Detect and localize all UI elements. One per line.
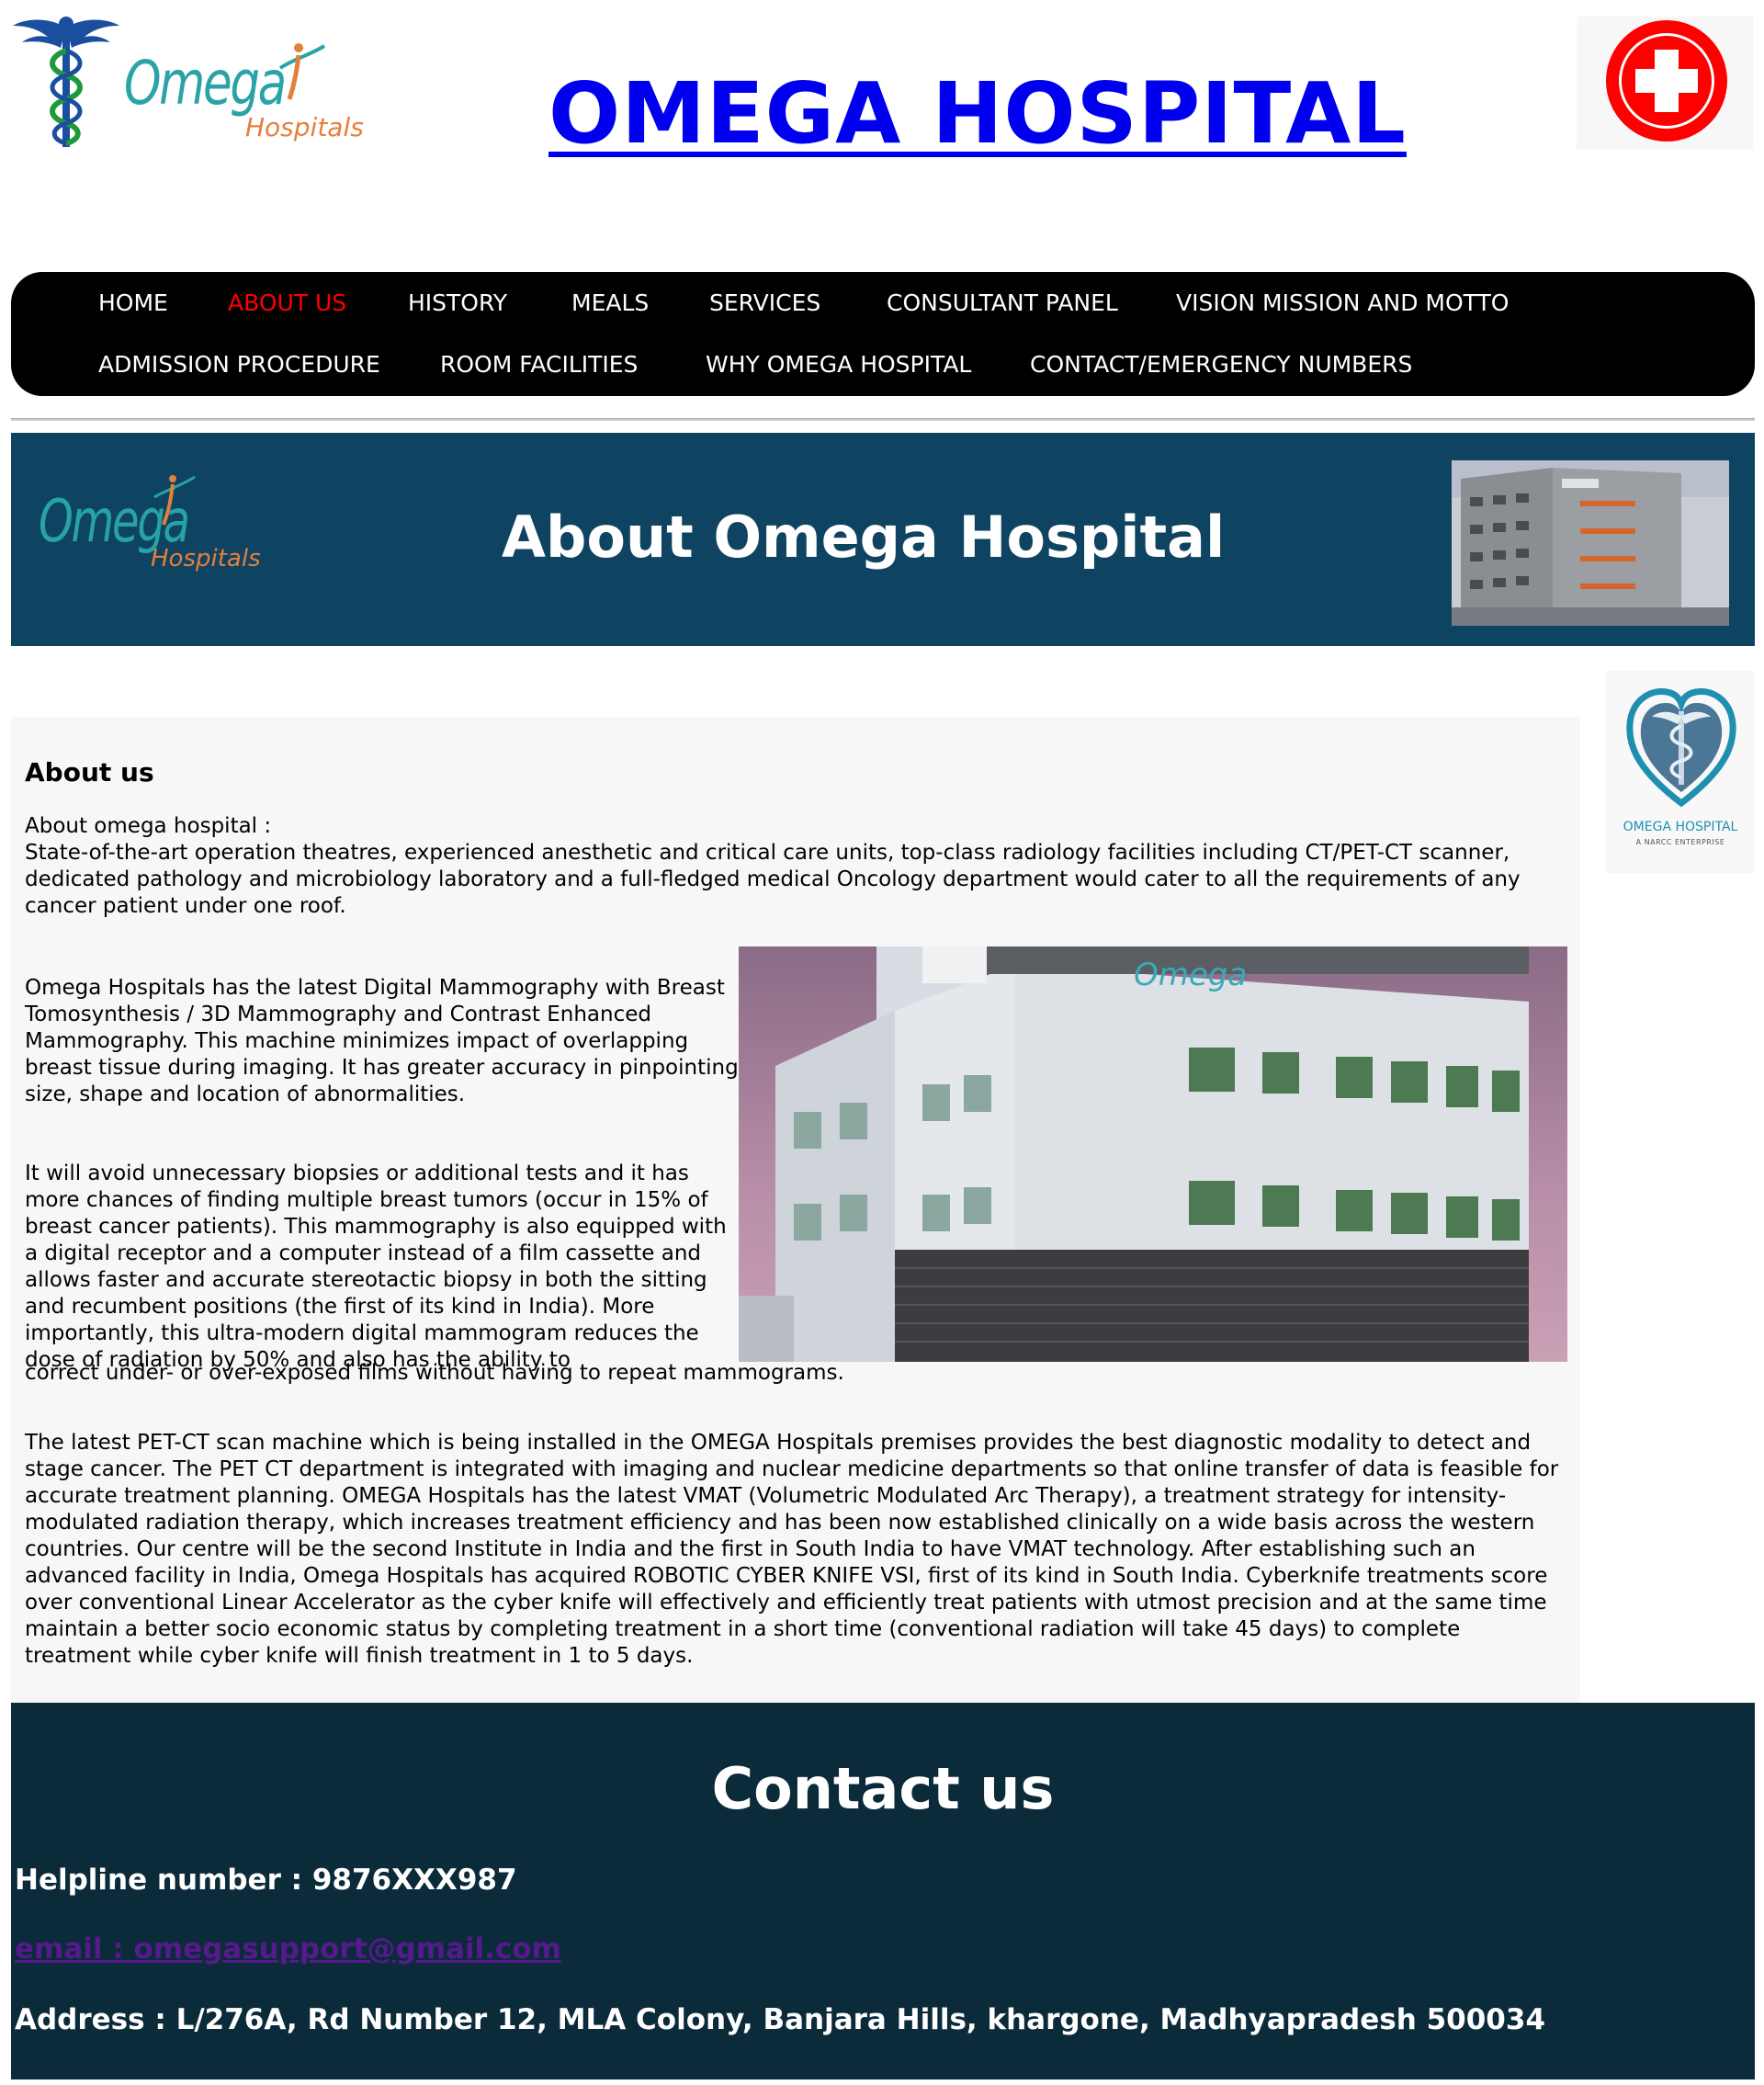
nav-history[interactable]: HISTORY <box>408 289 507 316</box>
about-article: About us About omega hospital : State-of… <box>11 717 1580 1703</box>
contact-address: Address : L/276A, Rd Number 12, MLA Colo… <box>15 2003 1546 2036</box>
nav-about-us[interactable]: ABOUT US <box>228 289 346 316</box>
email-link[interactable]: email : omegasupport@gmail.com <box>15 1932 561 1966</box>
hospital-building-photo <box>1452 460 1729 626</box>
intro-paragraph: State-of-the-art operation theatres, exp… <box>25 841 1521 918</box>
contact-title: Contact us <box>711 1755 1055 1822</box>
red-cross-logo <box>1577 17 1753 150</box>
banner-logo: Omega Hospitals <box>39 475 261 572</box>
nav-consultant-panel[interactable]: CONSULTANT PANEL <box>887 289 1118 316</box>
logo-word: Omega <box>124 48 287 119</box>
site-header: Omega Hospitals OMEGA HOSPITAL <box>0 0 1764 266</box>
main-navigation: HOME ABOUT US HISTORY MEALS SERVICES CON… <box>11 272 1755 396</box>
side-logo-name: OMEGA HOSPITAL <box>1623 820 1738 834</box>
banner-logo-subword: Hospitals <box>151 545 261 572</box>
banner-title: About Omega Hospital <box>502 504 1226 571</box>
nav-admission-procedure[interactable]: ADMISSION PROCEDURE <box>98 351 380 378</box>
heart-caduceus-icon <box>1626 688 1736 808</box>
header-logo: Omega Hospitals <box>124 43 364 142</box>
nav-vision-mission-motto[interactable]: VISION MISSION AND MOTTO <box>1176 289 1509 316</box>
hospital-exterior-photo: Omega <box>739 946 1567 1362</box>
site-title-link[interactable]: OMEGA HOSPITAL <box>548 72 1407 156</box>
omega-heart-logo: OMEGA HOSPITAL A NARCC ENTERPRISE <box>1606 671 1755 873</box>
mammography-paragraph: Omega Hospitals has the latest Digital M… <box>25 976 739 1106</box>
helpline-number: Helpline number : 9876XXX987 <box>15 1864 517 1897</box>
side-logo-tagline: A NARCC ENTERPRISE <box>1635 838 1725 846</box>
logo-subword: Hospitals <box>245 112 364 142</box>
nav-room-facilities[interactable]: ROOM FACILITIES <box>440 351 638 378</box>
nav-services[interactable]: SERVICES <box>709 289 820 316</box>
intro-label: About omega hospital : <box>25 814 272 838</box>
caduceus-icon <box>13 17 119 147</box>
nav-why-omega-hospital[interactable]: WHY OMEGA HOSPITAL <box>706 351 971 378</box>
article-heading: About us <box>25 757 154 788</box>
horizontal-divider <box>11 418 1755 421</box>
about-banner: Omega Hospitals About Omega Hospital <box>11 433 1755 646</box>
biopsy-paragraph: It will avoid unnecessary biopsies or ad… <box>25 1161 727 1372</box>
contact-section: Contact us Helpline number : 9876XXX987 … <box>11 1703 1755 2079</box>
petct-paragraph: The latest PET-CT scan machine which is … <box>25 1431 1559 1668</box>
biopsy-paragraph-end: correct under- or over-exposed films wit… <box>25 1361 844 1385</box>
red-cross-icon <box>1606 20 1727 142</box>
nav-home[interactable]: HOME <box>98 289 168 316</box>
nav-contact-emergency[interactable]: CONTACT/EMERGENCY NUMBERS <box>1030 351 1412 378</box>
building-sign: Omega <box>1134 957 1247 993</box>
nav-meals[interactable]: MEALS <box>571 289 649 316</box>
